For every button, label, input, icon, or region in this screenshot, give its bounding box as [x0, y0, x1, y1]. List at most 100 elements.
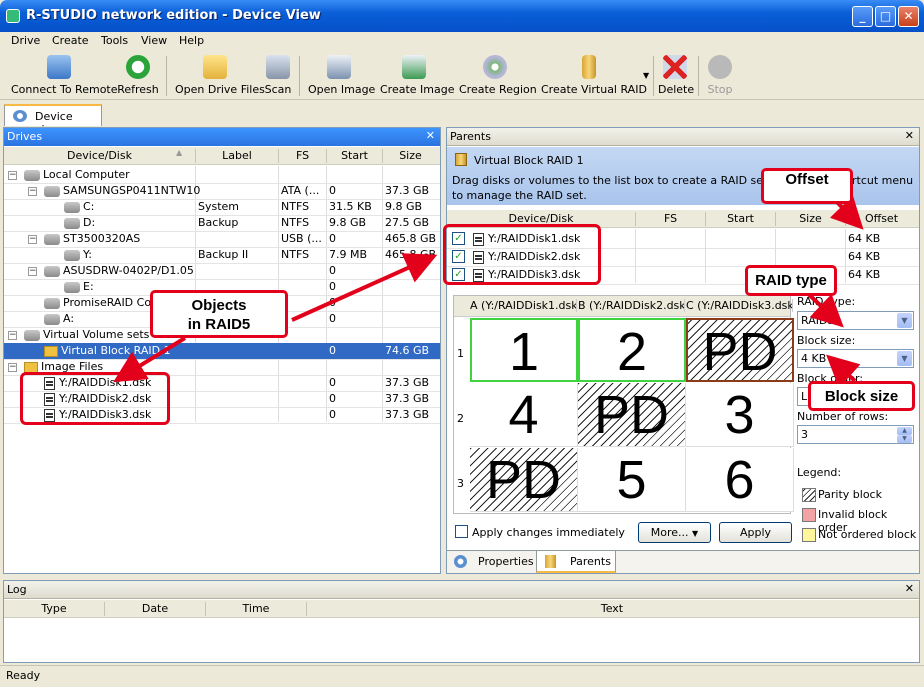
refresh-button[interactable]: Refresh — [117, 55, 159, 99]
data-block[interactable]: 4 — [470, 383, 578, 447]
raid-set-name: Virtual Block RAID 1 — [474, 154, 584, 167]
menu-drive[interactable]: Drive — [11, 34, 40, 47]
col-start[interactable]: Start — [327, 149, 382, 162]
offset-callout: Offset — [761, 168, 853, 204]
col-size[interactable]: Size — [383, 149, 438, 162]
drive-label: Backup — [198, 216, 239, 229]
raid-layout-grid: A (Y:/RAIDDisk1.dsk) B (Y:/RAIDDisk2.dsk)… — [453, 295, 794, 514]
drive-fs: NTFS — [281, 200, 310, 213]
col-parent-start[interactable]: Start — [706, 212, 775, 225]
tab-parents[interactable]: Parents — [536, 551, 616, 573]
tree-collapse-icon[interactable]: − — [28, 267, 37, 276]
menu-view[interactable]: View — [141, 34, 167, 47]
apply-changes-label: Apply changes immediately — [472, 526, 625, 539]
col-log-text[interactable]: Text — [307, 602, 917, 615]
parents-panel-close-icon[interactable]: ✕ — [905, 129, 914, 142]
menu-help[interactable]: Help — [179, 34, 204, 47]
block-size-select[interactable]: 4 KB ▼ — [797, 349, 914, 368]
drive-size: 37.3 GB — [385, 376, 430, 389]
drives-panel-close-icon[interactable]: ✕ — [426, 129, 435, 142]
col-log-time[interactable]: Time — [206, 602, 306, 615]
data-block[interactable]: 6 — [686, 448, 794, 512]
col-parent-offset[interactable]: Offset — [846, 212, 917, 225]
minimize-button[interactable]: _ — [852, 6, 873, 27]
data-block[interactable]: 5 — [578, 448, 686, 512]
drive-row[interactable]: − Local Computer — [4, 167, 440, 183]
data-block[interactable]: 3 — [686, 383, 794, 447]
col-device-disk[interactable]: Device/Disk — [4, 149, 195, 162]
drive-row[interactable]: − ST3500320AS USB (... 0 465.8 GB — [4, 231, 440, 247]
close-button[interactable]: ✕ — [898, 6, 919, 27]
drive-row[interactable]: D: Backup NTFS 9.8 GB 27.5 GB — [4, 215, 440, 231]
drive-start: 0 — [329, 392, 336, 405]
drive-row[interactable]: − SAMSUNGSP0411NTW10 ATA (... 0 37.3 GB — [4, 183, 440, 199]
create-virtual-raid-button[interactable]: Create Virtual RAID — [541, 55, 647, 99]
virtual-raid-icon — [545, 555, 556, 568]
raid-hint-line2: to manage the RAID set. — [452, 189, 587, 202]
drive-row[interactable]: Y: Backup II NTFS 7.9 MB 465.8 GB — [4, 247, 440, 263]
open-drive-files-button[interactable]: Open Drive Files — [175, 55, 265, 99]
log-panel-header: Log ✕ — [4, 581, 919, 599]
menu-tools[interactable]: Tools — [101, 34, 128, 47]
drives-panel-title: Drives — [7, 130, 43, 143]
open-image-button[interactable]: Open Image — [308, 55, 375, 99]
drive-size: 37.3 GB — [385, 408, 430, 421]
vol-icon — [64, 217, 80, 229]
number-of-rows-label: Number of rows: — [797, 410, 889, 423]
tree-collapse-icon[interactable]: − — [8, 171, 17, 180]
tree-collapse-icon[interactable]: − — [8, 363, 17, 372]
tab-properties[interactable]: Properties — [451, 551, 535, 573]
col-fs[interactable]: FS — [279, 149, 326, 162]
scan-icon — [266, 55, 290, 79]
virtual-raid-icon — [455, 153, 467, 166]
col-parent-size[interactable]: Size — [776, 212, 845, 225]
tree-collapse-icon[interactable]: − — [28, 187, 37, 196]
stop-icon — [708, 55, 732, 79]
create-image-button[interactable]: Create Image — [380, 55, 455, 99]
drive-start: 0 — [329, 312, 336, 325]
disk-images-highlight — [20, 372, 170, 425]
parity-block[interactable]: PD — [578, 383, 686, 447]
scan-button[interactable]: Scan — [264, 55, 292, 99]
data-block[interactable]: 2 — [578, 318, 686, 382]
data-block[interactable]: 1 — [470, 318, 578, 382]
raid-icon — [44, 345, 58, 357]
tree-collapse-icon[interactable]: − — [28, 235, 37, 244]
log-panel-close-icon[interactable]: ✕ — [905, 582, 914, 595]
more-button[interactable]: More... ▼ — [638, 522, 711, 543]
parity-block[interactable]: PD — [686, 318, 794, 382]
connect-to-remote-button[interactable]: Connect To Remote — [11, 55, 118, 99]
raid-type-select[interactable]: RAID5 ▼ — [797, 311, 914, 330]
drive-row[interactable]: C: System NTFS 31.5 KB 9.8 GB — [4, 199, 440, 215]
title-bar: R-STUDIO network edition - Device View _… — [0, 0, 924, 32]
stepper-up-icon[interactable]: ▲ — [897, 427, 912, 435]
drive-row[interactable]: Virtual Block RAID 1 0 74.6 GB — [4, 343, 440, 359]
number-of-rows-stepper[interactable]: 3 ▲ ▼ — [797, 425, 914, 444]
apply-button[interactable]: Apply — [719, 522, 792, 543]
stepper-down-icon[interactable]: ▼ — [897, 435, 912, 443]
col-label[interactable]: Label — [196, 149, 278, 162]
col-parent-fs[interactable]: FS — [636, 212, 705, 225]
delete-button[interactable]: Delete — [658, 55, 694, 99]
maximize-button[interactable]: □ — [875, 6, 896, 27]
virtual-raid-dropdown-arrow[interactable]: ▼ — [643, 71, 649, 80]
parent-disk-offset: 64 KB — [848, 232, 881, 245]
parity-block[interactable]: PD — [470, 448, 578, 512]
apply-changes-checkbox[interactable]: ✓ — [455, 525, 468, 538]
drive-size: 465.8 GB — [385, 232, 437, 245]
col-log-type[interactable]: Type — [4, 602, 104, 615]
view-tab-strip: Device view — [0, 102, 924, 136]
stop-button[interactable]: Stop — [707, 55, 733, 99]
drive-row[interactable]: − ASUSDRW-0402P/D1.05 0 — [4, 263, 440, 279]
tree-collapse-icon[interactable]: − — [8, 331, 17, 340]
create-region-button[interactable]: Create Region — [459, 55, 537, 99]
drives-panel-header: Drives ✕ — [4, 128, 440, 146]
menu-create[interactable]: Create — [52, 34, 89, 47]
drive-name: D: — [83, 216, 96, 229]
tab-device-view[interactable]: Device view — [4, 104, 102, 136]
drive-start: 0 — [329, 280, 336, 293]
flop-icon — [44, 313, 60, 325]
status-text: Ready — [6, 669, 41, 682]
device-view-icon — [13, 110, 27, 122]
col-log-date[interactable]: Date — [105, 602, 205, 615]
